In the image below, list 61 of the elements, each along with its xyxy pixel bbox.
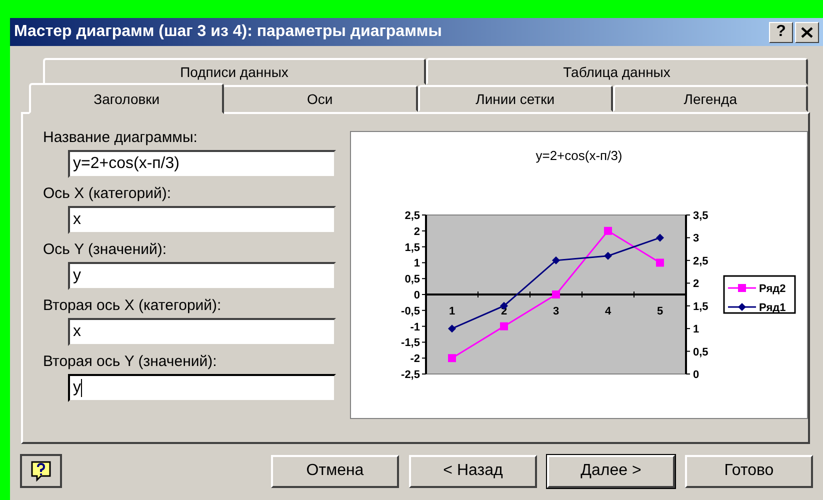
axis-label: -1	[410, 321, 420, 334]
axis-label: 3	[552, 306, 560, 318]
data-point	[448, 324, 456, 333]
data-point	[656, 258, 664, 267]
tab[interactable]: Таблица данных	[426, 58, 808, 85]
field-label: Вторая ось Y (значений):	[43, 352, 218, 371]
legend-key	[728, 284, 756, 292]
axis-label: -2,5	[401, 369, 420, 381]
axis-label: 1	[693, 324, 700, 336]
input-field[interactable]: x	[68, 206, 336, 234]
axis-label: 0	[414, 290, 420, 302]
input-field[interactable]: x	[68, 318, 336, 346]
data-point	[604, 252, 612, 260]
input-field[interactable]: y	[68, 262, 336, 290]
dialog-button[interactable]: Отмена	[271, 454, 399, 488]
legend-label: Ряд1	[759, 302, 786, 314]
axis-label: 1,5	[404, 242, 420, 254]
axis-label: 2	[693, 278, 700, 290]
close-button[interactable]	[795, 22, 819, 42]
legend-key	[728, 303, 756, 311]
axis-label: 5	[656, 306, 664, 318]
field-label: Название диаграммы:	[43, 128, 198, 147]
axis-label: -0,5	[401, 305, 420, 318]
legend-label: Ряд2	[759, 283, 786, 295]
axis-label: 0,5	[404, 274, 420, 286]
dialog-button[interactable]: Далее >	[547, 454, 675, 488]
field-label: Ось Y (значений):	[43, 240, 168, 259]
help-button[interactable]	[20, 454, 62, 488]
axis-label: 2,5	[693, 255, 708, 268]
data-point	[656, 234, 664, 242]
axis-label: 0,5	[693, 346, 708, 358]
axis-label: -1,5	[401, 337, 420, 350]
data-point	[448, 354, 456, 362]
tab[interactable]: Подписи данных	[43, 58, 426, 85]
axis-label: 1	[448, 306, 456, 318]
axis-label: 1	[414, 258, 420, 270]
close-icon	[801, 26, 813, 38]
dialog-button[interactable]: < Назад	[409, 454, 537, 488]
input-field[interactable]: y	[68, 374, 336, 402]
axis-label: 2,5	[404, 210, 420, 222]
tab[interactable]: Оси	[222, 85, 418, 112]
tab[interactable]: Легенда	[612, 85, 808, 112]
data-point	[552, 290, 560, 298]
axis-label: 4	[604, 306, 612, 318]
axis-label: 2	[414, 226, 420, 238]
data-point	[552, 256, 560, 264]
field-label: Вторая ось X (категорий):	[43, 296, 222, 315]
axis-label: 3,5	[693, 210, 708, 222]
axis-label: -2	[410, 353, 420, 366]
tab[interactable]: Заголовки	[29, 83, 224, 114]
axis-label: 1,5	[693, 300, 708, 313]
window-title: Мастер диаграмм (шаг 3 из 4): параметры диаграммы	[14, 23, 443, 41]
axis-label: 0	[693, 369, 700, 381]
tab[interactable]: Линии сетки	[418, 85, 613, 112]
dialog-button[interactable]: Готово	[685, 454, 813, 488]
axis-label: 3	[693, 232, 700, 245]
chart-title: y=2+cos(x-п/3)	[536, 148, 622, 163]
field-label: Ось X (категорий):	[43, 184, 172, 203]
help-icon	[29, 459, 53, 483]
help-button[interactable]: ?	[769, 22, 793, 42]
input-field[interactable]: y=2+cos(x-п/3)	[68, 150, 336, 178]
